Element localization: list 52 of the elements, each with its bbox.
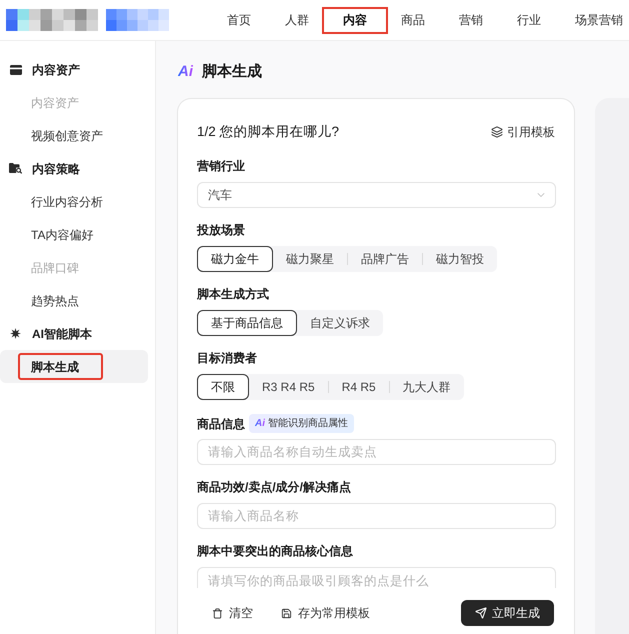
trash-icon xyxy=(212,608,223,618)
sidebar-item[interactable]: 脚本生成 xyxy=(0,350,148,383)
generate-button[interactable]: 立即生成 xyxy=(461,600,554,626)
segment-option[interactable]: R4 R5 xyxy=(328,374,389,400)
field-label: 商品功效/卖点/成分/解决痛点 xyxy=(197,479,352,496)
sparkle-burst-icon xyxy=(10,328,21,339)
badge-label: 智能识别商品属性 xyxy=(268,416,348,431)
ai-badge[interactable]: Ai 智能识别商品属性 xyxy=(249,414,354,433)
step-title: 1/2 您的脚本用在哪儿? xyxy=(197,122,340,141)
segment-option[interactable]: R3 R4 R5 xyxy=(249,374,328,400)
nav-tab[interactable]: 首页 xyxy=(227,6,251,34)
nav-tab[interactable]: 营销 xyxy=(459,6,483,34)
segment-option[interactable]: 磁力聚星 xyxy=(273,246,347,272)
field-label: 商品信息 xyxy=(197,416,245,432)
segment-option[interactable]: 基于商品信息 xyxy=(197,310,297,336)
pixelated-logo-icon xyxy=(6,9,169,31)
segment-option[interactable]: 自定义诉求 xyxy=(297,310,383,336)
input-field[interactable]: 请输入商品名称自动生成卖点 xyxy=(197,439,556,465)
nav-tab[interactable]: 行业 xyxy=(517,6,541,34)
template-link[interactable]: 引用模板 xyxy=(491,123,556,141)
group-heading: AI智能脚本 xyxy=(32,326,92,342)
group-heading: 内容策略 xyxy=(32,160,80,178)
card-icon xyxy=(10,64,22,74)
sidebar-item[interactable]: 行业内容分析 xyxy=(0,185,148,218)
sidebar-item[interactable]: 趋势热点 xyxy=(0,284,148,317)
segment-option[interactable]: 磁力智投 xyxy=(423,246,497,272)
select-field[interactable]: 汽车 xyxy=(197,182,556,208)
sidebar-item[interactable]: TA内容偏好 xyxy=(0,218,148,251)
clear-button[interactable]: 清空 xyxy=(212,600,253,626)
field-label: 投放场景 xyxy=(197,222,245,239)
nav-tab[interactable]: 场景营销 xyxy=(575,6,623,34)
segment-option[interactable]: 九大人群 xyxy=(390,374,464,400)
input-field[interactable]: 请填写你的商品最吸引顾客的点是什么 xyxy=(197,567,556,588)
layers-icon xyxy=(491,126,503,138)
field-label: 脚本中要突出的商品核心信息 xyxy=(197,543,353,560)
page-title: 脚本生成 xyxy=(202,62,262,82)
folder-search-icon xyxy=(9,163,22,174)
save-icon xyxy=(281,608,292,618)
send-icon xyxy=(475,607,487,619)
nav-tab[interactable]: 内容 xyxy=(322,6,388,34)
segment-option[interactable]: 磁力金牛 xyxy=(197,246,273,272)
save-template-button[interactable]: 存为常用模板 xyxy=(281,600,370,626)
segment-option[interactable]: 不限 xyxy=(197,374,249,400)
nav-tab[interactable]: 人群 xyxy=(285,6,309,34)
field-label: 脚本生成方式 xyxy=(197,286,269,303)
input-field[interactable]: 请输入商品名称 xyxy=(197,503,556,529)
sidebar-item[interactable]: 视频创意资产 xyxy=(0,119,148,152)
field-label: 目标消费者 xyxy=(197,350,257,367)
nav-tab[interactable]: 商品 xyxy=(401,6,425,34)
segment-option[interactable]: 品牌广告 xyxy=(348,246,422,272)
field-label: 营销行业 xyxy=(197,158,245,175)
group-heading: 内容资产 xyxy=(32,62,80,78)
